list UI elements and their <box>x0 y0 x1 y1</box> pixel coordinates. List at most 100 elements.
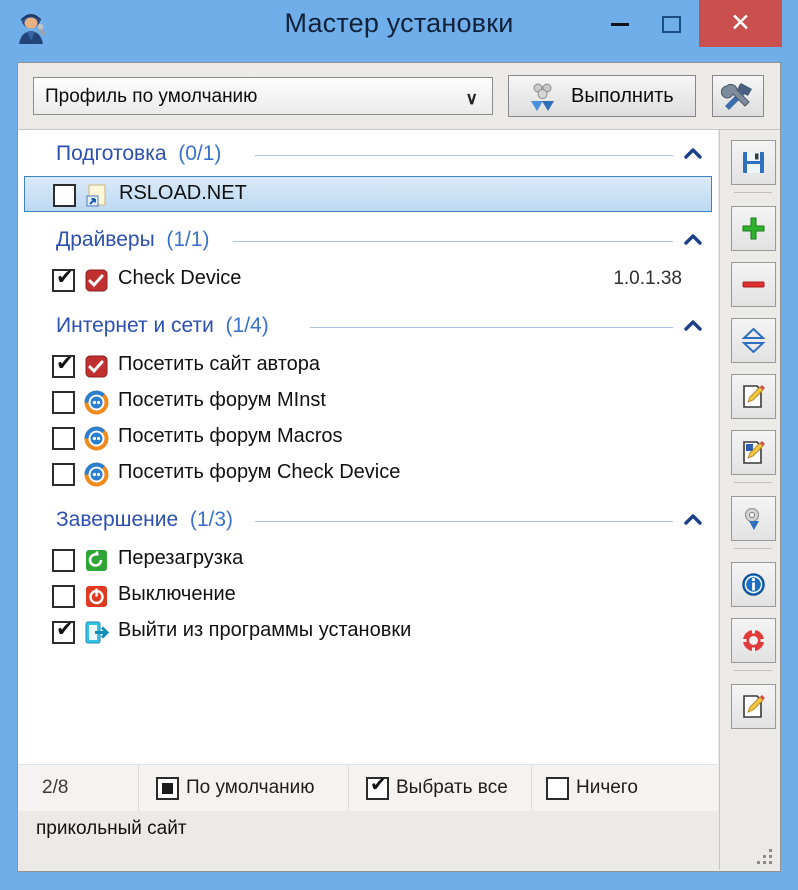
item-checkbox[interactable] <box>52 427 75 450</box>
add-button[interactable] <box>731 206 776 251</box>
execute-icon <box>531 83 554 111</box>
group-rule <box>310 327 673 328</box>
edit-properties-icon <box>741 440 766 465</box>
list-item[interactable]: ✔ Посетить сайт автора <box>18 348 718 384</box>
minimize-button[interactable] <box>597 0 643 47</box>
list-item[interactable]: Посетить форум Macros <box>18 420 718 456</box>
bottom-divider <box>531 765 532 811</box>
partial-mark-icon <box>162 783 173 794</box>
execute-button[interactable]: Выполнить <box>508 75 696 117</box>
help-button[interactable] <box>731 618 776 663</box>
list-item[interactable]: RSLOAD.NET <box>24 176 712 212</box>
item-checkbox[interactable] <box>53 184 76 207</box>
item-checkbox[interactable] <box>52 585 75 608</box>
selected-counter: 2/8 <box>42 777 69 798</box>
check-mark-icon: ✔ <box>56 352 74 375</box>
edit-item-button[interactable] <box>731 374 776 419</box>
profile-select-value: Профиль по умолчанию <box>45 86 258 107</box>
default-option-label: По умолчанию <box>186 777 315 798</box>
top-toolbar: Профиль по умолчанию ∨ Выполнить <box>18 63 780 129</box>
save-button[interactable] <box>731 140 776 185</box>
item-label: Посетить форум Macros <box>118 425 343 447</box>
group-title: Подготовка (0/1) <box>56 142 221 166</box>
list-item[interactable]: ✔ Check Device 1.0.1.38 <box>18 262 718 298</box>
chevron-up-icon[interactable] <box>682 509 704 531</box>
save-icon <box>741 150 766 175</box>
check-mark-icon: ✔ <box>56 266 74 289</box>
group-name: Завершение <box>56 508 179 531</box>
edit-note-icon <box>741 694 766 719</box>
item-checkbox[interactable] <box>52 391 75 414</box>
item-version: 1.0.1.38 <box>613 268 682 289</box>
remove-button[interactable] <box>731 262 776 307</box>
settings-icon <box>741 506 766 531</box>
select-all-label: Выбрать все <box>396 777 508 798</box>
group-name: Подготовка <box>56 142 167 165</box>
component-list[interactable]: Подготовка (0/1) RSLOAD.NET Драйверы (1/1)… <box>18 130 718 764</box>
status-text: прикольный сайт <box>36 818 187 839</box>
add-icon <box>741 216 766 241</box>
close-icon: ✕ <box>730 9 751 37</box>
item-checkbox[interactable]: ✔ <box>52 266 75 292</box>
move-updown-button[interactable] <box>731 318 776 363</box>
close-button[interactable]: ✕ <box>699 0 782 47</box>
item-checkbox[interactable]: ✔ <box>52 618 75 644</box>
group-rule <box>233 241 673 242</box>
group-count: (1/4) <box>225 314 269 337</box>
forum-ring-icon <box>84 426 109 451</box>
group-title: Драйверы (1/1) <box>56 228 210 252</box>
move-updown-icon <box>741 327 766 354</box>
check-mark-icon: ✔ <box>370 774 387 796</box>
settings-button[interactable] <box>731 496 776 541</box>
group-header[interactable]: Интернет и сети (1/4) <box>18 310 718 344</box>
list-item[interactable]: Выключение <box>18 578 718 614</box>
chevron-up-icon[interactable] <box>682 229 704 251</box>
info-icon <box>741 572 766 597</box>
execute-button-label: Выполнить <box>571 85 674 107</box>
chevron-up-icon[interactable] <box>682 143 704 165</box>
info-button[interactable] <box>731 562 776 607</box>
hammer-wrench-icon <box>721 83 752 110</box>
resize-grip[interactable] <box>757 849 773 865</box>
group-title: Интернет и сети (1/4) <box>56 314 269 338</box>
item-label: Выключение <box>118 583 236 605</box>
shutdown-icon <box>84 584 109 609</box>
select-none-checkbox[interactable] <box>546 777 569 800</box>
group-header[interactable]: Драйверы (1/1) <box>18 224 718 258</box>
profile-select[interactable]: Профиль по умолчанию ∨ <box>33 77 493 115</box>
group-count: (0/1) <box>178 142 222 165</box>
default-checkbox[interactable] <box>156 777 179 800</box>
installer-window: Мастер установки ✕ Профиль по умолчанию … <box>0 0 798 890</box>
toolbar-separator <box>734 670 772 671</box>
select-all-checkbox[interactable]: ✔ <box>366 774 389 800</box>
edit-properties-button[interactable] <box>731 430 776 475</box>
list-item[interactable]: Посетить форум Check Device <box>18 456 718 492</box>
tools-button[interactable] <box>712 75 764 117</box>
bottom-divider <box>138 765 139 811</box>
group-header[interactable]: Завершение (1/3) <box>18 504 718 538</box>
edit-note-button[interactable] <box>731 684 776 729</box>
item-checkbox[interactable]: ✔ <box>52 352 75 378</box>
maximize-button[interactable] <box>648 0 694 47</box>
list-item[interactable]: ✔ Выйти из программы установки <box>18 614 718 650</box>
maximize-icon <box>662 15 681 33</box>
bottom-bar: 2/8 По умолчанию ✔ Выбрать все Ничего <box>18 764 718 811</box>
remove-icon <box>741 272 766 297</box>
item-checkbox[interactable] <box>52 549 75 572</box>
side-toolbar <box>719 130 780 870</box>
group-rule <box>255 155 673 156</box>
toolbar-separator <box>734 192 772 193</box>
item-checkbox[interactable] <box>52 463 75 486</box>
list-item[interactable]: Посетить форум MInst <box>18 384 718 420</box>
chevron-up-icon[interactable] <box>682 315 704 337</box>
help-icon <box>741 628 766 653</box>
group-rule <box>255 521 673 522</box>
group-header[interactable]: Подготовка (0/1) <box>18 138 718 172</box>
bottom-divider <box>348 765 349 811</box>
item-label: RSLOAD.NET <box>119 182 247 204</box>
red-check-icon <box>84 268 109 293</box>
toolbar-separator <box>734 482 772 483</box>
list-item[interactable]: Перезагрузка <box>18 542 718 578</box>
group-title: Завершение (1/3) <box>56 508 233 532</box>
item-label: Перезагрузка <box>118 547 244 569</box>
